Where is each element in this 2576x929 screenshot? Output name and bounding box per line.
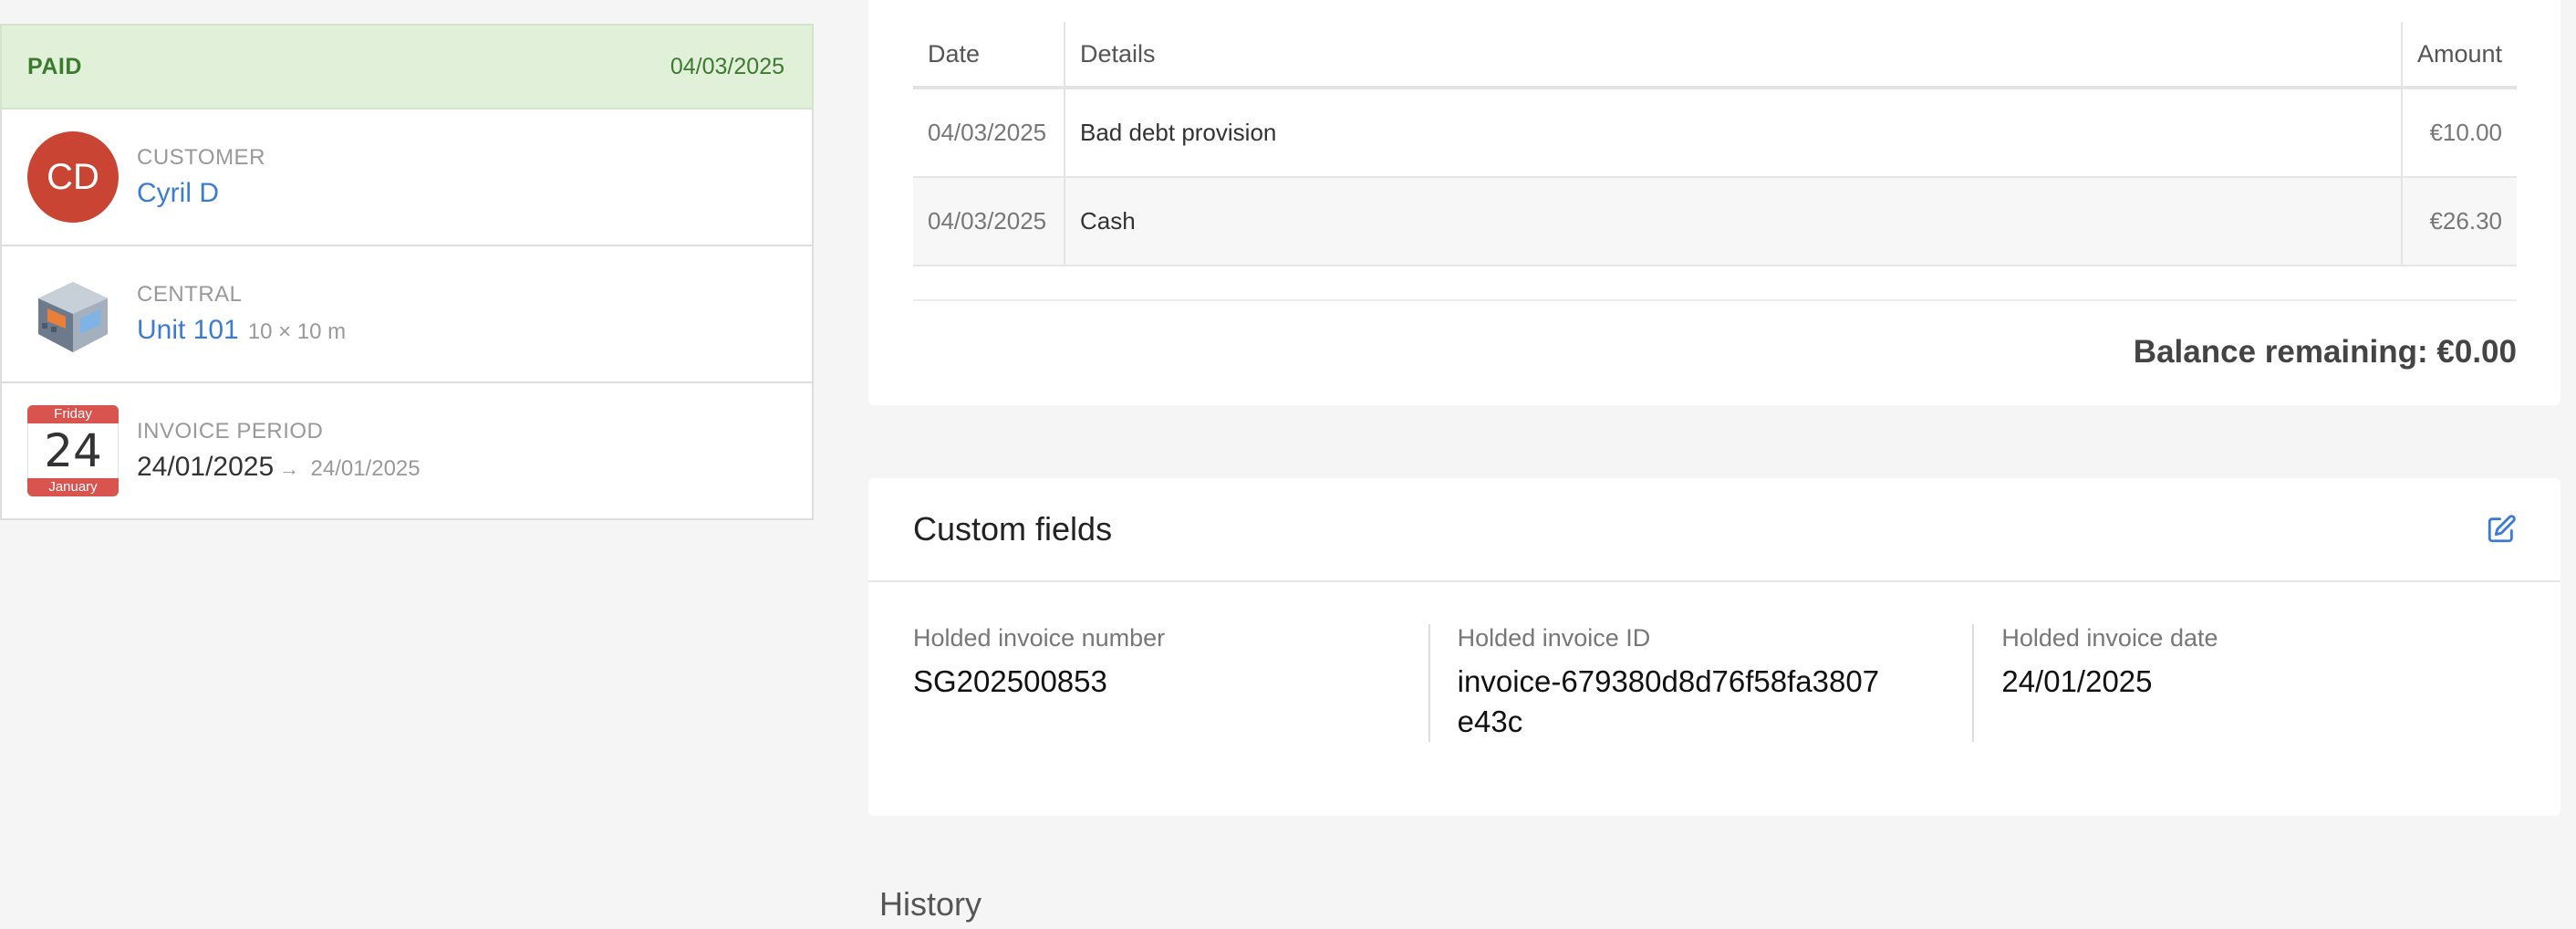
row-date: 04/03/2025	[913, 88, 1065, 178]
avatar: CD	[27, 131, 119, 223]
custom-fields-panel: Custom fields Holded invoice number SG20…	[868, 478, 2560, 816]
period-end: 24/01/2025	[310, 456, 421, 481]
field-label: Holded invoice date	[2001, 624, 2218, 652]
calendar-month: January	[27, 478, 119, 496]
unit-size: 10 × 10 m	[247, 319, 347, 344]
custom-field-invoice-number: Holded invoice number SG202500853	[913, 624, 1428, 742]
history-heading: History	[879, 885, 982, 923]
calendar-icon: Friday 24 January	[27, 405, 119, 496]
table-row: 04/03/2025 Cash €26.30	[913, 177, 2517, 266]
row-details: Cash	[1065, 177, 2403, 266]
field-value: 24/01/2025	[2001, 664, 2153, 698]
calendar-weekday: Friday	[27, 405, 119, 423]
field-value: invoice-679380d8d76f58fa3807e43c	[1457, 664, 1880, 738]
table-row: 04/03/2025 Bad debt provision €10.00	[913, 88, 2517, 178]
status-label: PAID	[27, 53, 82, 79]
column-header-details: Details	[1065, 22, 2403, 89]
edit-icon[interactable]	[2486, 514, 2517, 545]
period-caption: INVOICE PERIOD	[137, 419, 324, 444]
building-icon	[38, 282, 108, 352]
arrow-right-icon: →	[279, 457, 300, 480]
field-value: SG202500853	[913, 664, 1107, 698]
field-label: Holded invoice ID	[1457, 624, 1651, 652]
custom-fields-title: Custom fields	[913, 510, 1113, 548]
row-date: 04/03/2025	[913, 177, 1065, 266]
customer-caption: CUSTOMER	[137, 145, 265, 170]
payments-table: Date Details Amount 04/03/2025 Bad debt …	[913, 22, 2517, 266]
unit-card[interactable]: CENTRAL Unit 101 10 × 10 m	[0, 246, 814, 383]
field-label: Holded invoice number	[913, 624, 1166, 652]
row-details: Bad debt provision	[1065, 88, 2403, 178]
balance-remaining: Balance remaining: €0.00	[2133, 334, 2517, 370]
divider	[913, 299, 2517, 301]
customer-name-link[interactable]: Cyril D	[137, 178, 265, 209]
status-banner: PAID 04/03/2025	[0, 24, 814, 110]
period-card: Friday 24 January INVOICE PERIOD 24/01/2…	[0, 383, 814, 520]
column-header-date: Date	[913, 22, 1065, 89]
status-date: 04/03/2025	[670, 53, 784, 79]
custom-field-invoice-id: Holded invoice ID invoice-679380d8d76f58…	[1428, 624, 1973, 742]
invoice-summary: PAID 04/03/2025 CD CUSTOMER Cyril D CENT…	[0, 24, 814, 520]
calendar-day: 24	[44, 424, 102, 477]
row-amount: €26.30	[2401, 177, 2517, 266]
unit-site-caption: CENTRAL	[137, 282, 243, 307]
custom-field-invoice-date: Holded invoice date 24/01/2025	[1972, 624, 2517, 742]
period-start: 24/01/2025	[137, 452, 275, 482]
payments-panel: Date Details Amount 04/03/2025 Bad debt …	[868, 0, 2560, 405]
unit-name-link[interactable]: Unit 101	[137, 315, 239, 345]
row-amount: €10.00	[2401, 88, 2517, 178]
column-header-amount: Amount	[2401, 22, 2517, 89]
customer-card[interactable]: CD CUSTOMER Cyril D	[0, 110, 814, 246]
